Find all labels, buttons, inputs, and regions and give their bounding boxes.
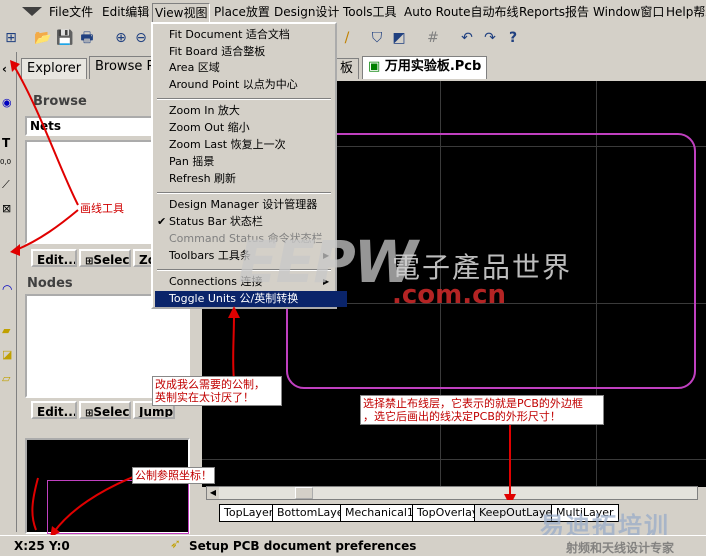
- zoom-out-icon[interactable]: ⊖: [132, 29, 150, 47]
- edit-node-button[interactable]: Edit...: [31, 401, 77, 419]
- menu-separator: [157, 192, 331, 194]
- annotation-metric-coord: 公制参照坐标！: [132, 467, 215, 484]
- tab-explorer[interactable]: Explorer: [21, 58, 88, 79]
- bottom-watermark-text: 射频和天线设计专家: [566, 541, 675, 555]
- menu-item-fit-document[interactable]: Fit Document 适合文档: [169, 27, 290, 43]
- horizontal-scrollbar[interactable]: ◀: [206, 486, 698, 500]
- menu-item-zoom-out[interactable]: Zoom Out 缩小: [169, 120, 250, 136]
- select-node-button[interactable]: ⊞Selec: [79, 401, 131, 419]
- doc-tab-pcb[interactable]: ▣ 万用实验板.Pcb: [362, 56, 488, 79]
- menu-item-zoom-in[interactable]: Zoom In 放大: [169, 103, 240, 119]
- open-folder-icon[interactable]: 📂: [34, 29, 52, 47]
- menu-reports[interactable]: Reports报告: [517, 3, 591, 21]
- menu-view[interactable]: View视图: [152, 3, 211, 23]
- undo-icon[interactable]: ↶: [458, 29, 476, 47]
- scrollbar-thumb[interactable]: [295, 487, 313, 499]
- draw-line-icon[interactable]: /: [338, 29, 356, 47]
- eepw-logo: EEPW: [238, 228, 418, 296]
- edit-net-button[interactable]: Edit...: [31, 249, 77, 267]
- grid-icon[interactable]: #: [424, 29, 442, 47]
- collapse-icon[interactable]: ‹: [2, 62, 7, 76]
- fill-icon[interactable]: ⊠: [2, 202, 11, 215]
- menu-item-refresh[interactable]: Refresh 刷新: [169, 171, 236, 187]
- keepout-icon[interactable]: ◪: [2, 348, 12, 361]
- menu-autoroute[interactable]: Auto Route自动布线: [402, 3, 521, 21]
- menu-design[interactable]: Design设计: [272, 3, 341, 21]
- menu-bar: File文件 Edit编辑 View视图 Place放置 Design设计 To…: [0, 0, 706, 25]
- help-icon[interactable]: ?: [504, 29, 522, 47]
- arc-icon[interactable]: ◠: [2, 282, 12, 296]
- layer-tab-mechanical1[interactable]: Mechanical1: [340, 504, 419, 522]
- menu-edit[interactable]: Edit编辑: [100, 3, 151, 21]
- menu-item-around-point[interactable]: Around Point 以点为中心: [169, 77, 298, 93]
- coord-icon[interactable]: 0,0: [0, 158, 11, 166]
- print-icon[interactable]: 🖶: [78, 29, 96, 47]
- polygon-icon[interactable]: ▰: [2, 324, 10, 337]
- left-vertical-toolbar: ‹ ◉ T 0,0 ⟋ ⊠ ◠ ▰ ◪ ▱: [0, 52, 17, 532]
- layer-tab-topoverlay[interactable]: TopOverlay: [412, 504, 484, 522]
- doc-tab-pcb-label: 万用实验板.Pcb: [384, 59, 482, 74]
- menu-item-area[interactable]: Area 区域: [169, 60, 220, 76]
- annotation-change-units: 改成我么需要的公制， 英制实在太讨厌了！: [152, 376, 282, 406]
- menu-item-fit-board[interactable]: Fit Board 适合整板: [169, 44, 265, 60]
- browse-dropdown-value: Nets: [30, 119, 62, 133]
- doc-tab-1[interactable]: 板: [334, 58, 360, 79]
- menu-file[interactable]: File文件: [47, 3, 95, 21]
- menu-tools[interactable]: Tools工具: [341, 3, 399, 21]
- select-net-button[interactable]: ⊞Selec: [79, 249, 131, 267]
- annotation-keepout: 选择禁止布线层，它表示的就是PCB的外边框 ，选它后画出的线决定PCB的外形尺寸…: [360, 395, 604, 425]
- menu-item-design-manager[interactable]: Design Manager 设计管理器: [169, 197, 317, 213]
- layer-tab-top[interactable]: TopLayer: [219, 504, 279, 522]
- menu-item-pan[interactable]: Pan 摇景: [169, 154, 214, 170]
- menu-item-zoom-last[interactable]: Zoom Last 恢复上一次: [169, 137, 286, 153]
- status-message: Setup PCB document preferences: [189, 539, 417, 553]
- component-icon[interactable]: ◩: [390, 29, 408, 47]
- design-tree-icon[interactable]: ⊞: [2, 29, 20, 47]
- line-tool-icon[interactable]: ⟋: [2, 178, 10, 192]
- annotation-draw-tool: 画线工具: [80, 202, 124, 215]
- scroll-left-icon[interactable]: ◀: [207, 487, 219, 499]
- grid-line: [202, 459, 706, 460]
- redo-icon[interactable]: ↷: [481, 29, 499, 47]
- mini-board-outline: [47, 480, 189, 534]
- status-coordinates: X:25 Y:0: [14, 539, 70, 553]
- save-icon[interactable]: 💾: [56, 29, 74, 47]
- menu-window[interactable]: Window窗口: [591, 3, 666, 21]
- zoom-in-icon[interactable]: ⊕: [112, 29, 130, 47]
- text-icon[interactable]: T: [2, 136, 10, 150]
- menu-help[interactable]: Help帮助: [664, 3, 706, 21]
- main-toolbar: ⊞ 📂 💾 🖶 ⊕ ⊖ / ⛉ ◩ # ↶ ↷ ?: [0, 24, 706, 52]
- status-hint-icon: ➶: [170, 537, 181, 552]
- app-logo-icon[interactable]: [22, 5, 42, 17]
- point-icon[interactable]: ◉: [2, 96, 12, 109]
- status-bar: X:25 Y:0 ➶ Setup PCB document preference…: [0, 535, 706, 556]
- room-icon[interactable]: ▱: [2, 372, 10, 385]
- browse-section-title: Browse: [33, 94, 87, 109]
- checkmark-icon: ✔: [157, 215, 167, 228]
- shield-icon[interactable]: ⛉: [368, 29, 386, 47]
- mini-viewer[interactable]: [25, 438, 190, 534]
- select-net-label: Selec: [93, 253, 130, 267]
- eepw-domain-text: .com.cn: [392, 280, 507, 310]
- menu-place[interactable]: Place放置: [212, 3, 272, 21]
- nodes-section-title: Nodes: [27, 276, 73, 291]
- select-node-label: Selec: [93, 405, 130, 419]
- tab-browse[interactable]: Browse P: [89, 56, 161, 79]
- menu-separator: [157, 98, 331, 100]
- pcb-doc-icon: ▣: [368, 59, 381, 74]
